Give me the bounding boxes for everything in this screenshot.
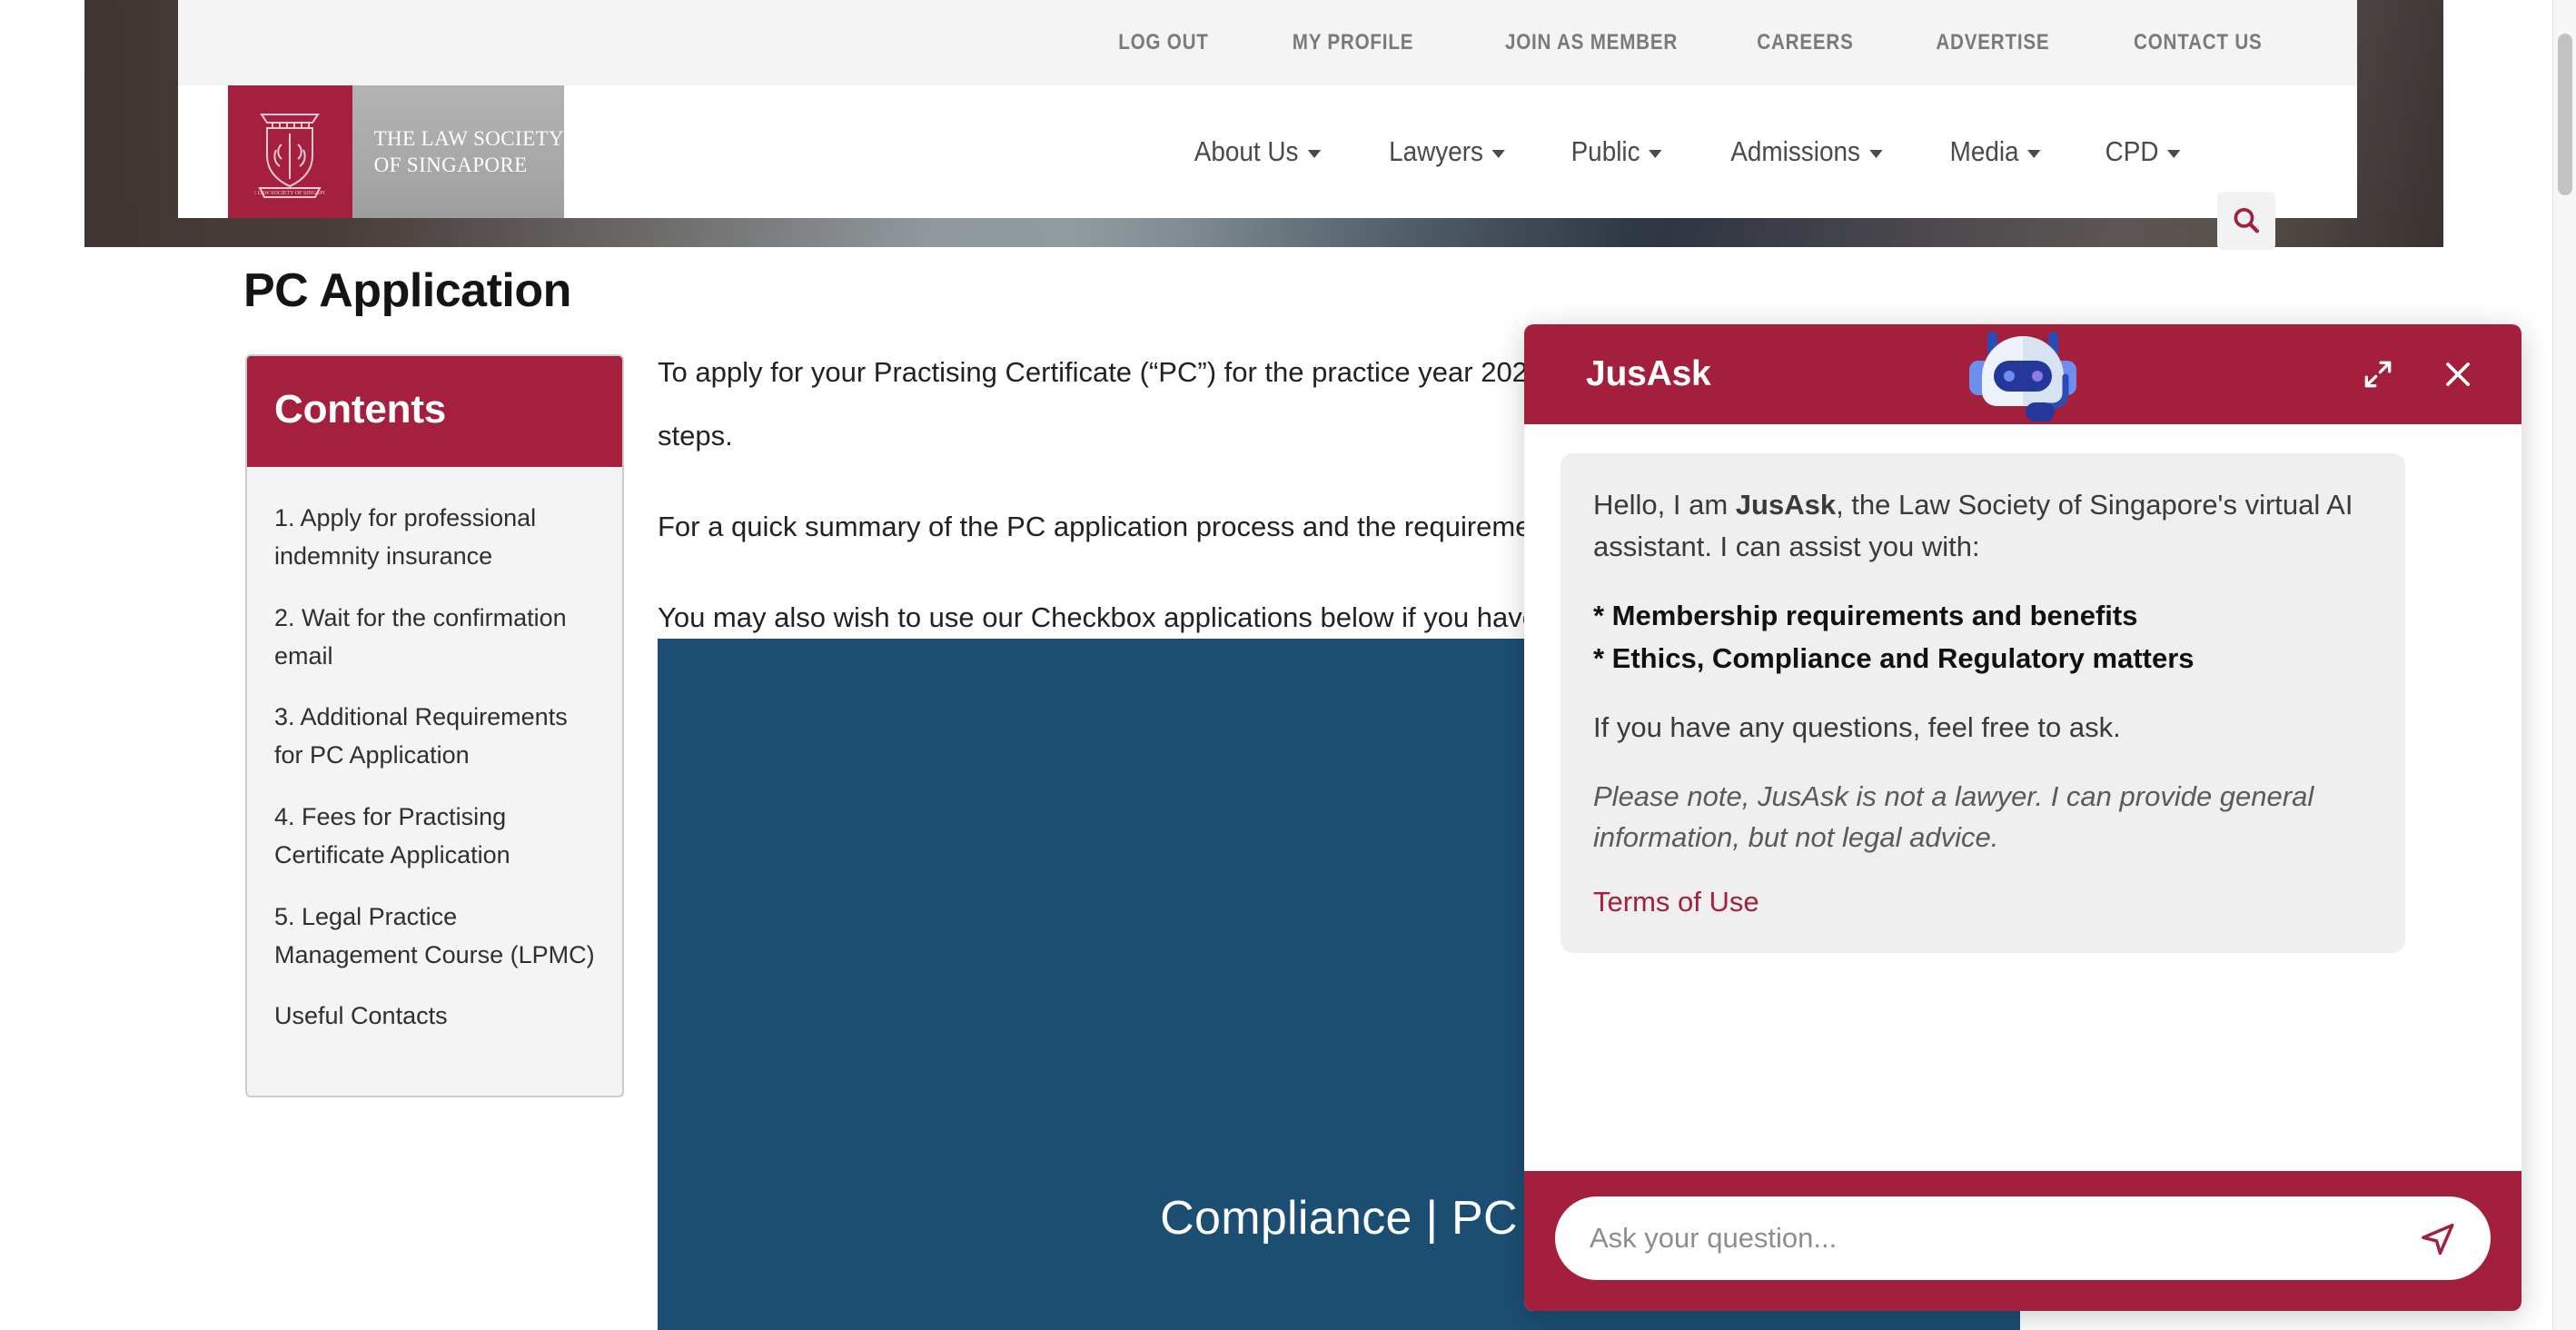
chat-bullet-1: * Membership requirements and benefits xyxy=(1593,600,2138,632)
chat-greeting: Hello, I am JusAsk, the Law Society of S… xyxy=(1593,484,2373,567)
send-message-button[interactable] xyxy=(2418,1218,2458,1258)
chevron-down-icon xyxy=(2166,149,2181,158)
scrollbar-thumb[interactable] xyxy=(2558,34,2572,195)
chat-invite: If you have any questions, feel free to … xyxy=(1593,711,2121,744)
chevron-down-icon xyxy=(2027,149,2041,158)
law-society-crest-icon: THE LAW SOCIETY OF SINGAPORE xyxy=(228,85,352,218)
svg-text:THE LAW SOCIETY OF SINGAPORE: THE LAW SOCIETY OF SINGAPORE xyxy=(254,191,325,196)
nav-label: Admissions xyxy=(1729,135,1860,167)
chat-greeting-prefix: Hello, I am xyxy=(1593,489,1736,521)
chevron-down-icon xyxy=(1307,149,1322,158)
contents-list: 1. Apply for professional indemnity insu… xyxy=(247,467,622,1096)
contents-item-3[interactable]: 3. Additional Requirements for PC Applic… xyxy=(274,699,595,775)
site-logo[interactable]: THE LAW SOCIETY OF SINGAPORE THE LAW SOC… xyxy=(228,85,564,218)
chevron-down-icon xyxy=(1649,149,1663,158)
nav-item-cpd[interactable]: CPD xyxy=(2105,135,2181,168)
send-icon xyxy=(2422,1223,2454,1256)
contents-item-2[interactable]: 2. Wait for the confirmation email xyxy=(274,600,595,676)
chat-disclaimer: Please note, JusAsk is not a lawyer. I c… xyxy=(1593,779,2314,854)
page-scrollbar[interactable] xyxy=(2552,0,2576,1330)
chat-footer xyxy=(1524,1171,2522,1311)
search-icon xyxy=(2234,207,2260,233)
main-navigation-bar: THE LAW SOCIETY OF SINGAPORE THE LAW SOC… xyxy=(178,85,2357,250)
page-title: PC Application xyxy=(243,264,571,317)
chat-input-wrapper xyxy=(1555,1196,2491,1280)
topbar-link-join-as-member[interactable]: JOIN AS MEMBER xyxy=(1505,30,1678,55)
robot-assistant-icon xyxy=(1966,324,2080,428)
nav-label: Media xyxy=(1949,135,2019,167)
topbar-link-log-out[interactable]: LOG OUT xyxy=(1119,30,1209,55)
nav-label: Public xyxy=(1570,135,1640,167)
topbar-link-contact-us[interactable]: CONTACT US xyxy=(2134,30,2263,55)
contents-header: Contents xyxy=(247,356,622,467)
chat-header: JusAsk xyxy=(1524,324,2522,424)
close-icon xyxy=(2446,362,2470,386)
chevron-down-icon xyxy=(1491,149,1506,158)
chat-message-area: Hello, I am JusAsk, the Law Society of S… xyxy=(1524,424,2522,1171)
chat-title: JusAsk xyxy=(1586,354,1711,393)
contents-item-1[interactable]: 1. Apply for professional indemnity insu… xyxy=(274,500,595,576)
logo-line-1: THE LAW SOCIETY xyxy=(373,126,564,150)
chat-header-actions xyxy=(2354,351,2482,398)
chat-greeting-bold: JusAsk xyxy=(1735,489,1837,521)
expand-chat-button[interactable] xyxy=(2354,351,2402,398)
nav-item-about-us[interactable]: About Us xyxy=(1194,135,1322,168)
contents-sidebar: Contents 1. Apply for professional indem… xyxy=(245,354,624,1098)
logo-line-2: OF SINGAPORE xyxy=(373,154,528,176)
expand-icon xyxy=(2364,361,2392,388)
search-button[interactable] xyxy=(2217,192,2275,250)
chat-input[interactable] xyxy=(1590,1222,2418,1255)
close-chat-button[interactable] xyxy=(2434,351,2482,398)
nav-label: About Us xyxy=(1194,135,1299,167)
contents-item-5[interactable]: 5. Legal Practice Management Course (LPM… xyxy=(274,898,595,975)
contents-item-useful-contacts[interactable]: Useful Contacts xyxy=(274,998,595,1036)
nav-item-admissions[interactable]: Admissions xyxy=(1730,135,1882,168)
contents-heading: Contents xyxy=(274,387,447,432)
top-utility-bar: LOG OUT MY PROFILE JOIN AS MEMBER CAREER… xyxy=(178,0,2357,85)
bot-message-bubble: Hello, I am JusAsk, the Law Society of S… xyxy=(1560,453,2405,954)
terms-of-use-link[interactable]: Terms of Use xyxy=(1593,886,1759,918)
topbar-link-my-profile[interactable]: MY PROFILE xyxy=(1293,30,1414,55)
chat-bullet-2: * Ethics, Compliance and Regulatory matt… xyxy=(1593,642,2195,675)
chat-capability-list: * Membership requirements and benefits *… xyxy=(1593,594,2373,680)
nav-label: CPD xyxy=(2105,135,2159,167)
nav-item-lawyers[interactable]: Lawyers xyxy=(1388,135,1506,168)
topbar-link-careers[interactable]: CAREERS xyxy=(1758,30,1854,55)
nav-label: Lawyers xyxy=(1388,135,1483,167)
site-logo-wordmark: THE LAW SOCIETY OF SINGAPORE xyxy=(352,85,564,218)
jusask-chat-widget: JusAsk Hello, I am JusAsk, the Law Socie… xyxy=(1524,324,2522,1311)
page-root: LOG OUT MY PROFILE JOIN AS MEMBER CAREER… xyxy=(0,0,2576,1330)
topbar-link-advertise[interactable]: ADVERTISE xyxy=(1936,30,2049,55)
contents-item-4[interactable]: 4. Fees for Practising Certificate Appli… xyxy=(274,799,595,875)
nav-item-media[interactable]: Media xyxy=(1950,135,2041,168)
nav-item-public[interactable]: Public xyxy=(1570,135,1663,168)
nav-links: About Us Lawyers Public Admissions Media… xyxy=(1133,85,2185,218)
chevron-down-icon xyxy=(1868,149,1882,158)
